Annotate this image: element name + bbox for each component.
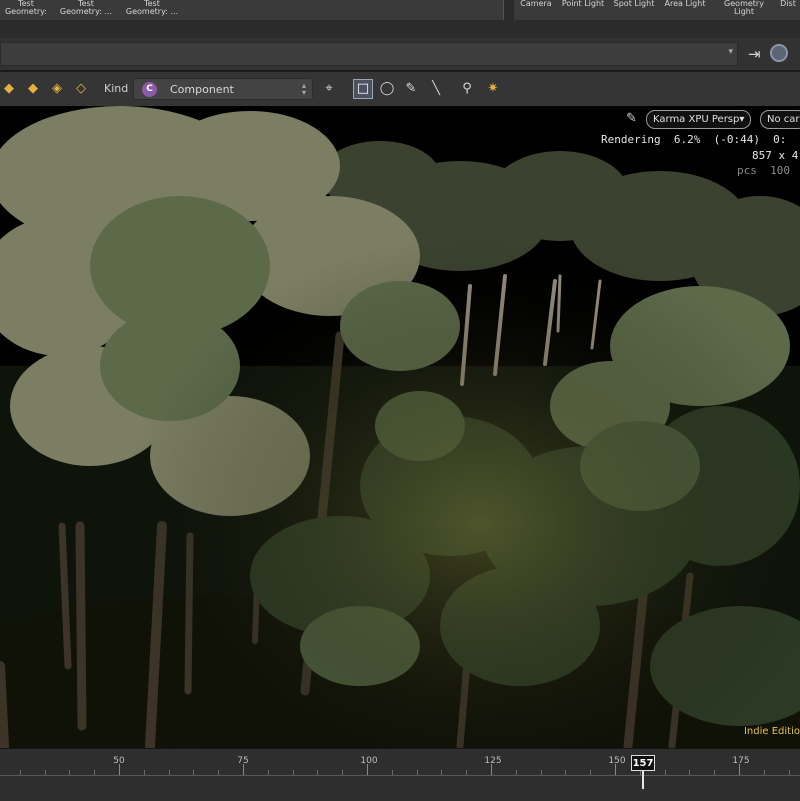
brush-icon[interactable]: ╲ [427,80,445,98]
timeline-tick [143,770,145,775]
timeline-tick [763,770,765,775]
kind-label: Kind [104,82,129,95]
timeline-tick [441,770,443,775]
shelf-tool-test-geometry-3[interactable]: Test Geometry: ... [122,0,182,20]
timeline-tick [714,770,716,775]
transform-icon[interactable]: ◆ [24,80,42,98]
viewer-toolbar: ◆ ◆ ◈ ◇ Kind ⌖ □ ◯ ✎ ╲ ⚲ ✷ [0,72,800,107]
timeline-tick [193,770,195,775]
timeline-label: 125 [484,756,502,766]
current-frame-cursor[interactable] [642,771,644,789]
snap-icon[interactable]: ⚲ [458,80,476,98]
timeline-tick [342,770,344,775]
geometry-icon[interactable]: ◈ [48,80,66,98]
timeline-label: 150 [608,756,626,766]
current-frame-marker[interactable]: 157 [631,755,655,771]
shelf-tool-line2: Geometry: ... [59,7,113,16]
shelf-tool-line2: Geometry: ... [125,7,179,16]
timeline-tick [292,770,294,775]
render-resolution-text: 857 x 4 [752,149,799,162]
shelf-tool-line2: Dist [780,0,796,8]
shelf-bar: Test Geometry: ... Test Geometry: ... Te… [0,0,800,24]
shelf-tool-spot-light[interactable]: Spot Light [610,0,658,20]
chevron-down-icon[interactable]: ▾ [728,47,733,57]
timeline-tick [168,770,170,775]
camera-select-icon[interactable]: ⌖ [320,80,338,98]
timeline-tick [317,770,319,775]
indie-edition-watermark: Indie Editio [743,726,800,737]
shelf-tool-distant-light[interactable]: Dist [776,0,800,20]
timeline-tick [466,770,468,775]
pane-tab-strip [0,20,800,39]
shelf-tool-geometry-light[interactable]: Geometry Light [716,0,772,20]
timeline-label: 175 [732,756,750,766]
shelf-tool-area-light[interactable]: Area Light [660,0,710,20]
timeline-tick [19,770,21,775]
pin-icon[interactable]: ⇥ [748,45,761,63]
timeline-tick [267,770,269,775]
timeline-tick [515,770,517,775]
link-icon[interactable] [770,44,788,62]
renderer-menu[interactable]: Karma XPU Persp▾ [646,110,752,129]
camera-menu[interactable]: No car [760,110,800,129]
path-field[interactable]: ▾ [0,42,738,66]
lasso-icon[interactable]: ◯ [378,80,396,98]
timeline-tick [540,770,542,775]
shelf-tool-test-geometry-1[interactable]: Test Geometry: ... [0,0,52,24]
shelf-separator [503,0,514,20]
select-icon[interactable]: ◆ [0,80,18,98]
shelf-tool-line2: Light [734,7,754,16]
timeline-tick [590,770,592,775]
timeline-tick [565,770,567,775]
kind-select[interactable]: C Component ▴ ▾ [133,78,313,100]
timeline-label: 100 [360,756,378,766]
timeline-label: 75 [237,756,249,766]
shelf-tool-camera[interactable]: Camera [516,0,556,20]
shelf-tool-test-geometry-2[interactable]: Test Geometry: ... [56,0,116,20]
shelf-tool-point-light[interactable]: Point Light [558,0,608,20]
timeline-tick [44,770,46,775]
timeline-tick [416,770,418,775]
timeline-tick [94,770,96,775]
box-select-icon[interactable]: □ [353,79,373,99]
shelf-tool-line2: Area Light [664,0,706,8]
render-progress-text: Rendering 6.2% (-0:44) 0: [601,133,787,146]
timeline-tick [664,770,666,775]
timeline-tick [391,770,393,775]
timeline-track [0,775,800,776]
scene-viewport[interactable]: ✎ Karma XPU Persp▾ No car Rendering 6.2%… [0,106,800,748]
paint-icon[interactable]: ✎ [402,80,420,98]
timeline-tick [69,770,71,775]
kind-select-value: Component [170,83,234,96]
shelf-tool-line2: Spot Light [613,0,655,8]
timeline-tick [689,770,691,775]
updown-arrows-icon: ▴ ▾ [301,81,306,97]
highlight-icon[interactable]: ✷ [484,80,502,98]
timeline-tick [218,770,220,775]
timeline-label: 50 [113,756,125,766]
timeline-tick [788,770,790,775]
pencil-icon[interactable]: ✎ [626,111,637,126]
shelf-tool-line2: Point Light [561,0,605,8]
timeline[interactable]: 50 75 100 125 150 175 157 [0,748,800,801]
render-samples-text: pcs 100 [737,164,790,177]
shelf-tool-line2: Camera [520,0,552,8]
component-badge-icon: C [142,82,157,97]
render-image [0,106,800,748]
hierarchy-icon[interactable]: ◇ [72,80,90,98]
